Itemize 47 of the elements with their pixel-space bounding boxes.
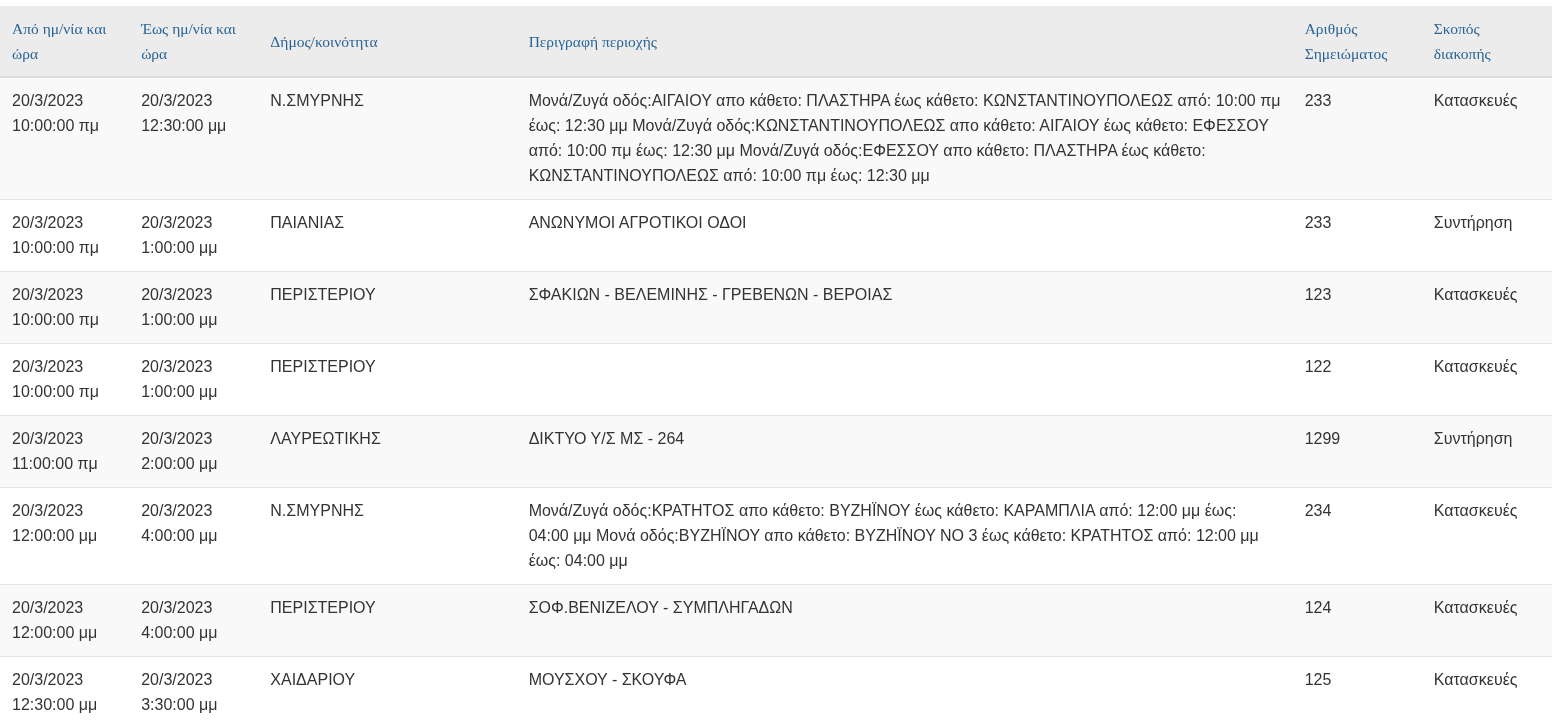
table-cell: 20/3/2023 12:00:00 μμ	[12, 599, 98, 641]
table-cell: 20/3/2023 11:00:00 πμ	[12, 430, 98, 472]
table-cell: 20/3/2023 1:00:00 μμ	[141, 214, 218, 256]
table-cell: 125	[1304, 671, 1332, 688]
table-cell: 20/3/2023 10:00:00 πμ	[12, 358, 99, 400]
table-cell: 20/3/2023 4:00:00 μμ	[141, 502, 218, 544]
table-cell: ΠΕΡΙΣΤΕΡΙΟΥ	[270, 358, 376, 375]
table-cell: ΧΑΙΔΑΡΙΟΥ	[270, 671, 356, 688]
table-cell: Μονά/Ζυγά οδός:ΑΙΓΑΙΟΥ απο κάθετο: ΠΛΑΣΤΗΡΑ έως κάθετο: ΚΩΝΣΤΑΝΤΙΝΟΥΠΟΛΕΩΣ από: 10:00 πμ έως: 12:30 μμ Μονά/Ζυγά οδός:ΚΩΝΣΤΑΝΤΙΝΟΥΠΟΛΕΩΣ απο κάθετο: ΑΙΓΑΙΟΥ έως κάθετο: ΕΦΕΣΣΟΥ από: 10:00 πμ έως: 12:30 μμ Μονά/Ζυγά οδός:ΕΦΕΣΣΟΥ απο κάθετο: ΠΛΑΣΤΗΡΑ έως κάθετο: ΚΩΝΣΤΑΝΤΙΝΟΥΠΟΛΕΩΣ από: 10:00 πμ έως: 12:30 μμ	[528, 92, 1281, 184]
table-cell: 20/3/2023 1:00:00 μμ	[141, 286, 218, 328]
table-cell: 20/3/2023 1:00:00 μμ	[141, 358, 218, 400]
table-cell: Κατασκευές	[1433, 92, 1518, 109]
table-cell: ΠΕΡΙΣΤΕΡΙΟΥ	[270, 286, 376, 303]
table-cell: 1299	[1304, 430, 1341, 447]
table-cell: 233	[1304, 214, 1332, 231]
table-cell: ΔΙΚΤΥΟ Υ/Σ ΜΣ - 264	[528, 430, 685, 447]
table-cell: ΠΑΙΑΝΙΑΣ	[270, 214, 345, 231]
table-cell: ΜΟΥΣΧΟΥ - ΣΚΟΥΦΑ	[528, 671, 687, 688]
table-cell: 233	[1304, 92, 1332, 109]
table-cell: ΣΟΦ.ΒΕΝΙΖΕΛΟΥ - ΣΥΜΠΛΗΓΑΔΩΝ	[528, 599, 793, 616]
table-cell: Κατασκευές	[1433, 286, 1518, 303]
table-cell: 20/3/2023 12:00:00 μμ	[12, 502, 98, 544]
table-cell: 122	[1304, 358, 1332, 375]
table-cell: Συντήρηση	[1433, 430, 1513, 447]
table-cell: 20/3/2023 12:30:00 μμ	[12, 671, 98, 713]
table-cell: 20/3/2023 10:00:00 πμ	[12, 92, 99, 134]
table-cell: 20/3/2023 2:00:00 μμ	[141, 430, 218, 472]
table-cell: ΑΝΩΝΥΜΟΙ ΑΓΡΟΤΙΚΟΙ ΟΔΟΙ	[528, 214, 747, 231]
table-cell: 234	[1304, 502, 1332, 519]
table-cell: Ν.ΣΜΥΡΝΗΣ	[270, 92, 364, 109]
table-cell: Συντήρηση	[1433, 214, 1513, 231]
table-cell: 123	[1304, 286, 1332, 303]
table-cell: 124	[1304, 599, 1332, 616]
table-cell: ΛΑΥΡΕΩΤΙΚΗΣ	[270, 430, 381, 447]
table-cell: 20/3/2023 3:30:00 μμ	[141, 671, 218, 713]
table-cell: Μονά/Ζυγά οδός:ΚΡΑΤΗΤΟΣ απο κάθετο: ΒΥΖΗΪΝΟΥ έως κάθετο: ΚΑΡΑΜΠΛΙΑ από: 12:00 μμ έως: 04:00 μμ Μονά οδός:ΒΥΖΗΪΝΟΥ απο κάθετο: ΒΥΖΗΪΝΟΥ ΝΟ 3 έως κάθετο: ΚΡΑΤΗΤΟΣ από: 12:00 μμ έως: 04:00 μμ	[528, 502, 1259, 569]
table-cell: Κατασκευές	[1433, 358, 1518, 375]
table-cell: 20/3/2023 4:00:00 μμ	[141, 599, 218, 641]
table-cell: ΠΕΡΙΣΤΕΡΙΟΥ	[270, 599, 376, 616]
table-cell: Κατασκευές	[1433, 671, 1518, 688]
table-cell: 20/3/2023 10:00:00 πμ	[12, 214, 99, 256]
table-cell: 20/3/2023 10:00:00 πμ	[12, 286, 99, 328]
table-cell: Ν.ΣΜΥΡΝΗΣ	[270, 502, 364, 519]
table-cell: Κατασκευές	[1433, 502, 1518, 519]
table-cell: 20/3/2023 12:30:00 μμ	[141, 92, 227, 134]
table-cell: Κατασκευές	[1433, 599, 1518, 616]
table-cell: ΣΦΑΚΙΩΝ - ΒΕΛΕΜΙΝΗΣ - ΓΡΕΒΕΝΩΝ - ΒΕΡΟΙΑΣ	[528, 286, 893, 303]
